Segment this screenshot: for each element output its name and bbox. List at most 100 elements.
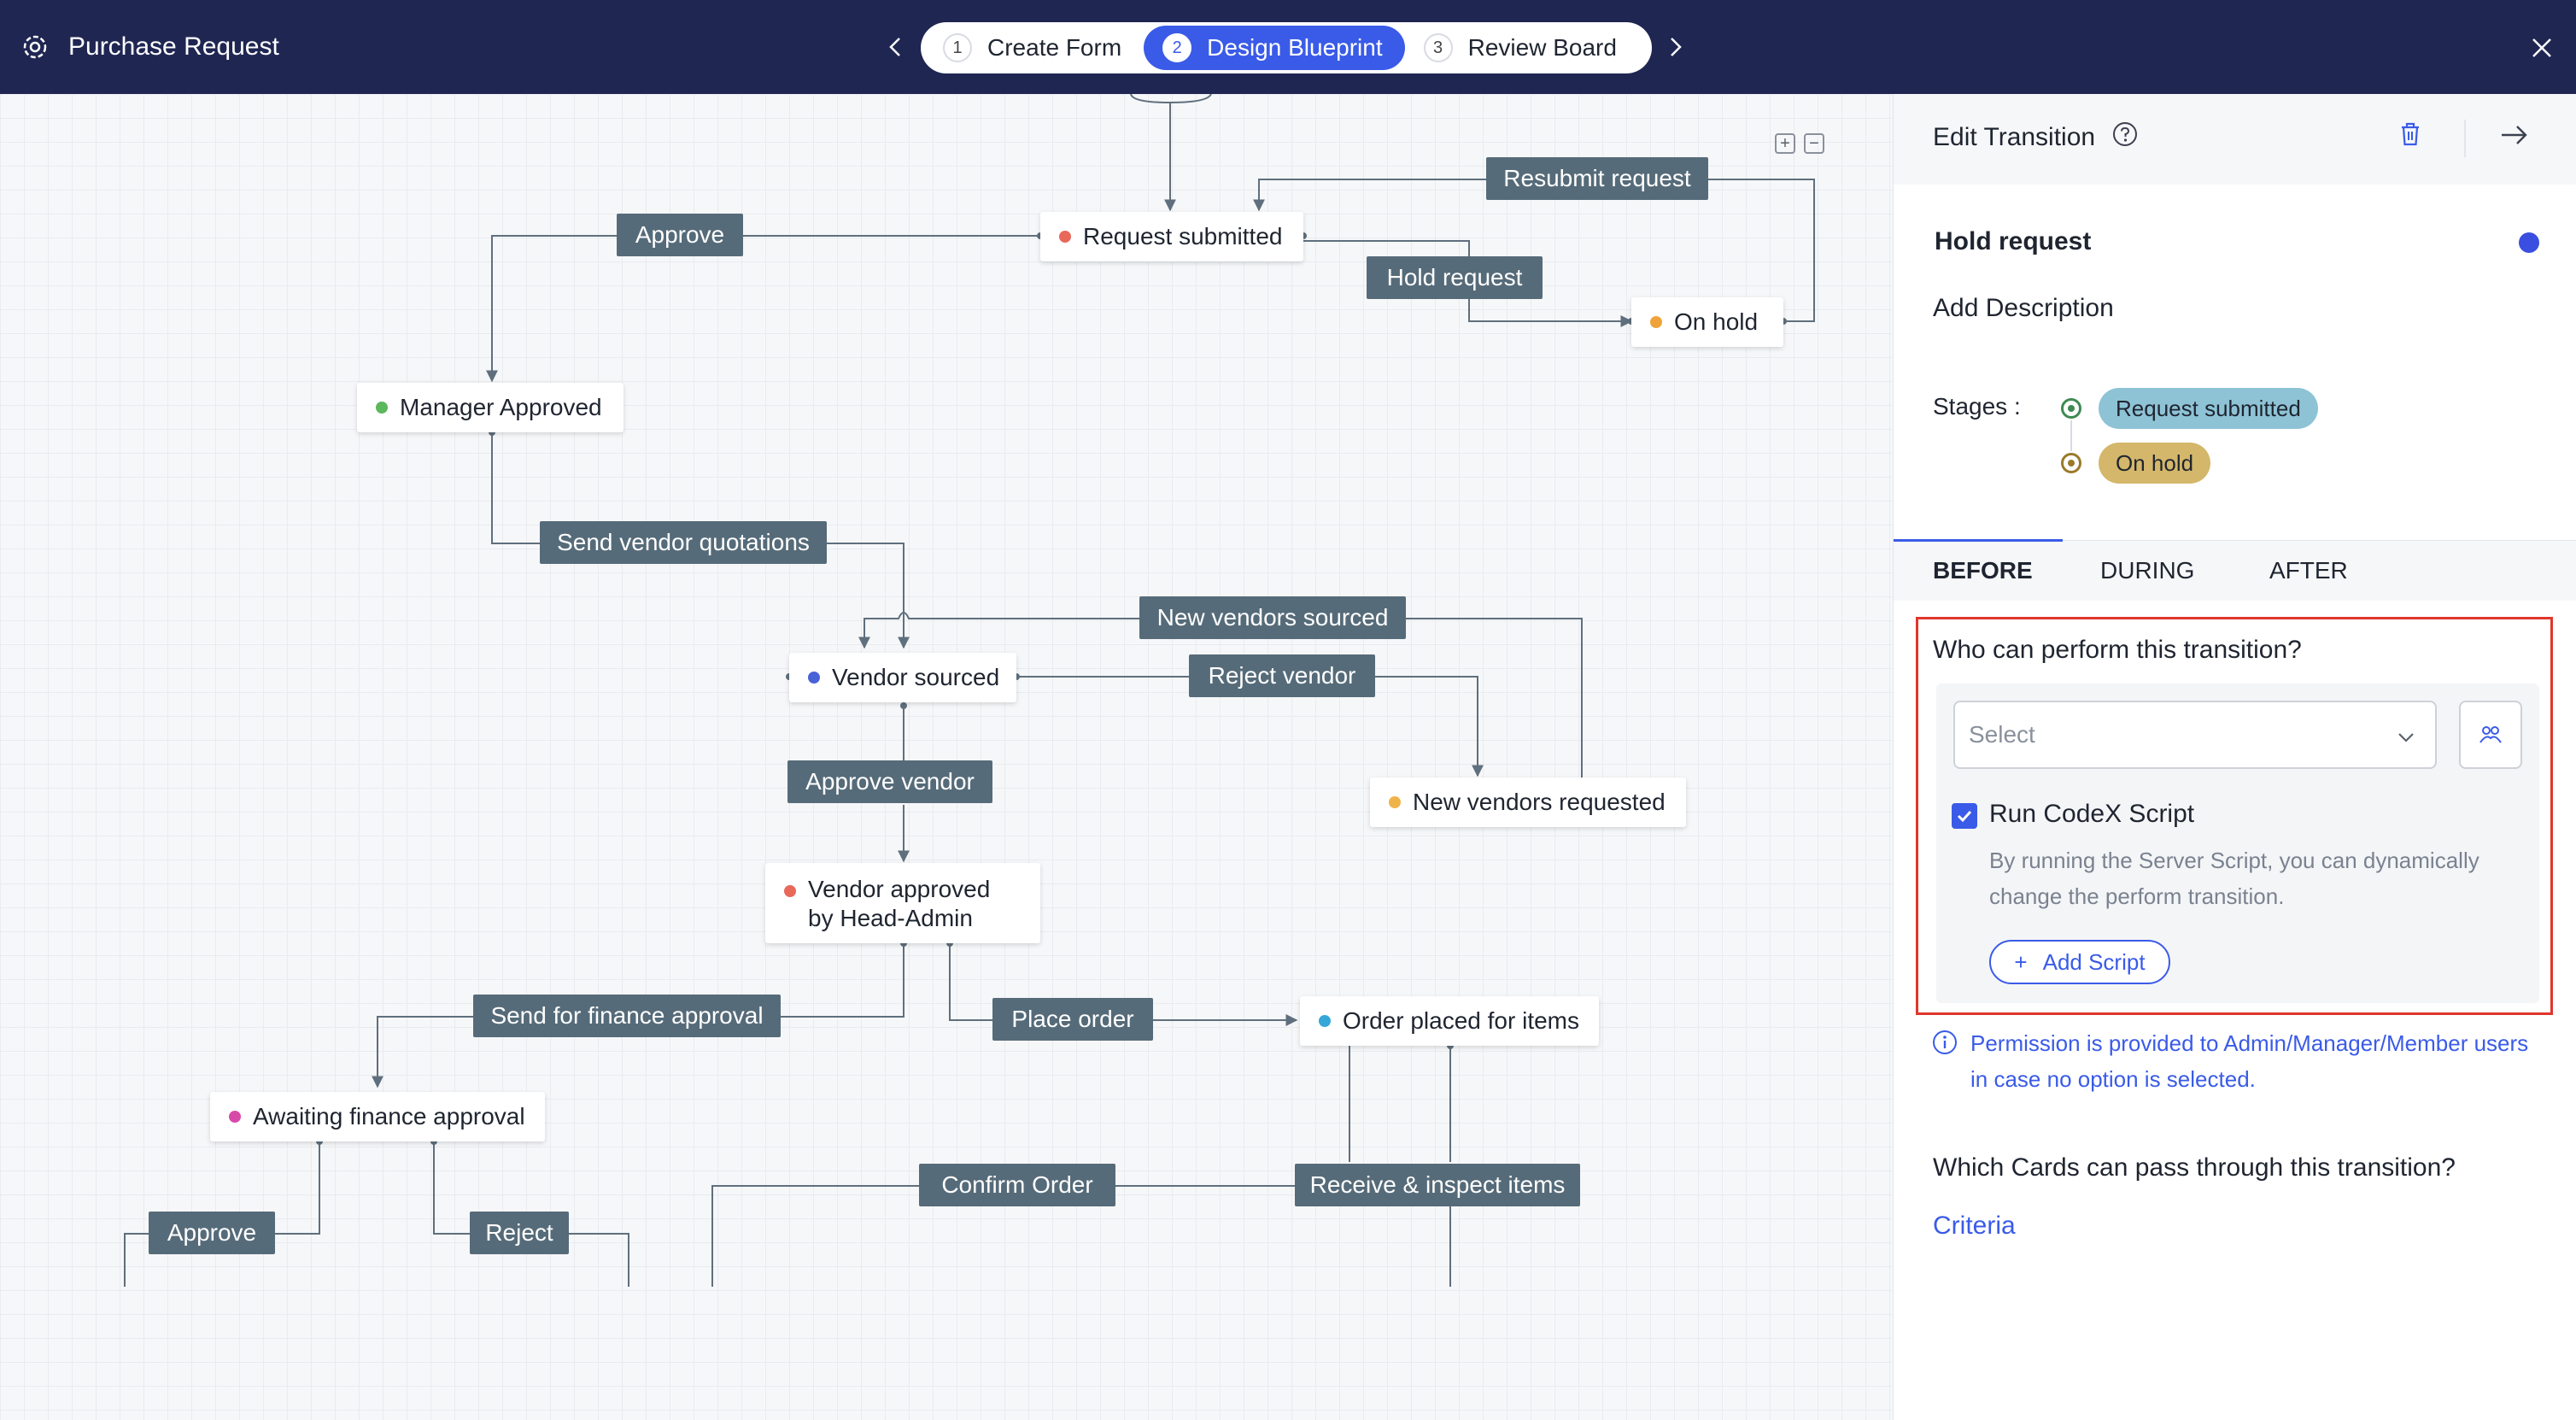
stage-label: Order placed for items [1343,1007,1579,1034]
stage-label: Vendor sourced [832,664,1000,690]
app-title-text: Purchase Request [68,32,279,61]
stage-dot [784,885,796,897]
step-design-blueprint[interactable]: 2 Design Blueprint [1144,26,1405,70]
tab-before[interactable]: BEFORE [1933,541,2033,601]
transition-send-vendor-quotations[interactable]: Send vendor quotations [540,521,827,564]
stage-dot [1059,231,1071,243]
stages-label: Stages : [1933,393,2021,420]
close-button[interactable] [2525,31,2559,65]
transition-hold-request[interactable]: Hold request [1367,256,1543,299]
transition-place-order[interactable]: Place order [992,998,1153,1041]
transition-reject-vendor[interactable]: Reject vendor [1189,654,1375,697]
stage-request-submitted[interactable]: Request submitted [1040,212,1303,261]
performer-select[interactable]: Select [1953,701,2437,769]
chevron-down-icon [2396,723,2416,750]
run-script-label[interactable]: Run CodeX Script [1989,800,2194,829]
transition-send-for-finance-approval[interactable]: Send for finance approval [473,995,781,1037]
permission-note: Permission is provided to Admin/Manager/… [1970,1030,2529,1092]
run-script-checkbox[interactable] [1952,803,1977,829]
transition-approve[interactable]: Approve [617,214,743,256]
stage-dot [1319,1015,1331,1027]
blueprint-canvas[interactable]: + − Request submitted On hold Manager Ap… [0,94,1893,1420]
stage-label: On hold [1674,308,1759,335]
step-switcher: 1 Create Form 2 Design Blueprint 3 Revie… [921,22,1652,73]
step-review-board[interactable]: 3 Review Board [1405,26,1639,70]
blueprint-gear-icon [20,32,50,62]
to-stage-chip: On hold [2099,443,2211,484]
users-icon [2479,726,2502,743]
stage-on-hold[interactable]: On hold [1631,297,1783,347]
tab-after[interactable]: AFTER [2269,541,2348,601]
stage-dot [808,672,820,684]
connector-lines [124,94,1815,1287]
stage-awaiting-finance-approval[interactable]: Awaiting finance approval [210,1092,545,1141]
panel-header: Edit Transition [1894,94,2576,185]
zoom-in-button[interactable]: + [1775,133,1795,154]
panel-title-text: Edit Transition [1933,123,2096,151]
info-icon [1931,1029,1958,1060]
criteria-link[interactable]: Criteria [1933,1212,2016,1241]
app-title: Purchase Request [20,26,279,68]
step-number: 2 [1162,33,1192,62]
who-can-perform-question: Who can perform this transition? [1933,636,2302,664]
select-placeholder: Select [1969,721,2035,748]
transition-resubmit-request[interactable]: Resubmit request [1486,157,1708,200]
plus-icon: + [2014,948,2028,975]
stage-dot [229,1111,241,1123]
chevron-left-icon [889,38,900,56]
transition-approve-vendor[interactable]: Approve vendor [787,760,992,803]
delete-transition-button[interactable] [2399,121,2421,151]
stage-order-placed[interactable]: Order placed for items [1300,996,1599,1046]
transition-reject[interactable]: Reject [470,1212,569,1254]
zoom-out-button[interactable]: − [1804,133,1824,154]
stage-manager-approved[interactable]: Manager Approved [357,383,624,432]
stage-label: Awaiting finance approval [253,1103,525,1130]
step-number: 1 [943,33,972,62]
top-bar: Purchase Request 1 Create Form 2 Design … [0,0,2576,94]
step-number: 3 [1423,33,1453,62]
step-label: Review Board [1467,34,1617,61]
user-picker-button[interactable] [2459,701,2522,769]
step-label: Design Blueprint [1207,34,1383,61]
from-stage-chip: Request submitted [2099,388,2318,429]
stage-dot [1389,796,1401,808]
add-script-label: Add Script [2042,948,2146,975]
stage-vendor-approved[interactable]: Vendor approved by Head-Admin [765,863,1040,943]
app-root: Purchase Request 1 Create Form 2 Design … [0,0,2576,1420]
transition-approve-finance[interactable]: Approve [149,1212,275,1254]
step-create-form[interactable]: 1 Create Form [924,26,1144,70]
tab-during[interactable]: DURING [2100,541,2194,601]
close-icon [2532,38,2551,57]
trash-icon [2402,122,2419,146]
transition-name[interactable]: Hold request [1935,227,2091,256]
add-description-link[interactable]: Add Description [1933,294,2114,323]
stage-label: New vendors requested [1413,789,1666,815]
run-script-help: By running the Server Script, you can dy… [1989,848,2479,909]
from-stage-radio-icon [2061,398,2081,419]
chevron-right-icon [1671,38,1682,56]
step-label: Create Form [987,34,1122,61]
transition-receive-inspect-items[interactable]: Receive & inspect items [1295,1164,1580,1206]
stage-vendor-sourced[interactable]: Vendor sourced [789,653,1016,702]
collapse-panel-button[interactable] [2500,123,2529,151]
to-stage-radio-icon [2061,453,2081,473]
panel-title: Edit Transition [1933,121,2138,154]
stage-dot [376,402,388,414]
stage-connector [2070,420,2072,451]
transition-new-vendors-sourced[interactable]: New vendors sourced [1139,596,1406,639]
which-cards-question: Which Cards can pass through this transi… [1933,1153,2456,1182]
stage-dot [1650,316,1662,328]
edit-transition-panel: Edit Transition Hold request Add Descrip… [1893,94,2576,1420]
help-icon[interactable] [2112,121,2138,154]
transition-confirm-order[interactable]: Confirm Order [919,1164,1115,1206]
stage-label: Request submitted [1083,223,1283,249]
transition-color-dot[interactable] [2519,232,2539,253]
stage-label: Vendor approved by Head-Admin [808,876,991,931]
stage-new-vendors-requested[interactable]: New vendors requested [1370,777,1686,827]
add-script-button[interactable]: + Add Script [1989,940,2170,984]
step-prev-button[interactable] [878,26,912,68]
arrow-right-icon [2502,126,2527,144]
step-next-button[interactable] [1659,26,1693,68]
check-icon [1957,810,1972,823]
header-divider [2464,120,2466,157]
